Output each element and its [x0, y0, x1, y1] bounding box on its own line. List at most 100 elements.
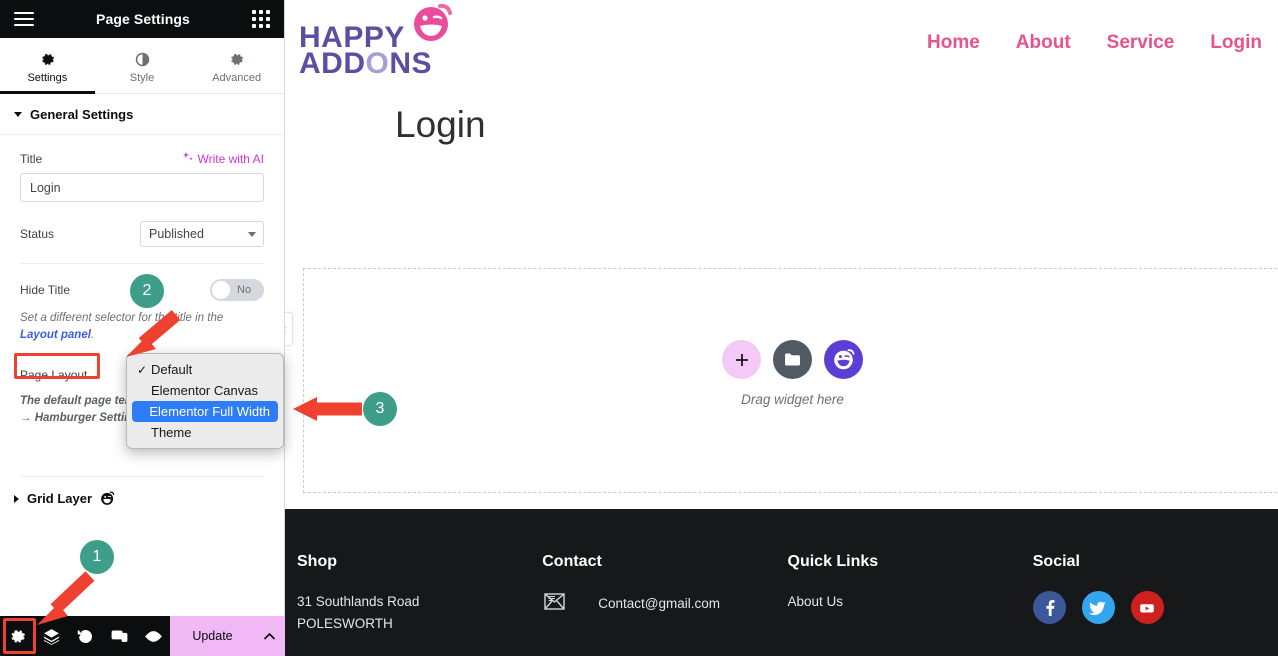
check-icon: ✓	[137, 362, 148, 377]
dropzone-label: Drag widget here	[741, 392, 844, 407]
write-with-ai-label: Write with AI	[197, 151, 264, 166]
footer-heading-social: Social	[1032, 553, 1080, 570]
happy-face-icon	[409, 3, 453, 48]
status-label: Status	[20, 227, 55, 241]
title-control-row: Title Write with AI	[20, 151, 264, 166]
app-root: HAPPY ADDONS Home About Service Login Lo…	[0, 0, 1278, 656]
footer-column-shop: Shop 31 Southlands Road POLESWORTH	[291, 553, 542, 656]
page-layout-label: Page Layout	[20, 367, 88, 382]
menu-option-elementor-full-width[interactable]: Elementor Full Width	[132, 401, 278, 422]
responsive-mode-button[interactable]	[102, 616, 136, 656]
sparkle-icon	[182, 151, 194, 166]
elementor-settings-panel: Page Settings Settings Style Advanced Ge…	[0, 0, 285, 656]
gear-icon	[40, 52, 55, 67]
panel-title: Page Settings	[96, 11, 190, 27]
hide-title-hint-period: .	[90, 329, 95, 342]
menu-option-elementor-canvas[interactable]: Elementor Canvas	[127, 380, 283, 401]
footer-address-line2: POLESWORTH	[297, 615, 393, 631]
hide-title-value: No	[237, 284, 252, 296]
logo-text-line2: ADDONS	[299, 47, 433, 81]
tab-label-style: Style	[129, 71, 155, 84]
footer-heading-shop: Shop	[297, 553, 337, 570]
menu-option-label: Elementor Full Width	[149, 404, 270, 419]
nav-link-home[interactable]: Home	[927, 32, 980, 54]
tab-label-advanced: Advanced	[212, 71, 262, 84]
panel-header: Page Settings	[0, 0, 284, 38]
section-general-settings[interactable]: General Settings	[0, 94, 284, 135]
apps-grid-icon[interactable]	[251, 10, 270, 28]
chevron-right-icon	[14, 494, 19, 503]
section-grid-layer[interactable]: Grid Layer	[0, 477, 284, 518]
happy-face-icon	[100, 491, 115, 506]
footer-email[interactable]: Contact@gmail.com	[598, 593, 720, 615]
tab-advanced[interactable]: Advanced	[189, 38, 284, 93]
footer-column-quicklinks: Quick Links About Us	[788, 553, 1033, 656]
contrast-icon	[135, 52, 150, 67]
tab-style[interactable]: Style	[95, 38, 190, 93]
happy-addons-button[interactable]	[824, 340, 863, 379]
menu-option-default[interactable]: ✓ Default	[127, 359, 283, 380]
status-control-row: Status Published	[20, 221, 264, 247]
site-footer: Shop 31 Southlands Road POLESWORTH Conta…	[285, 509, 1278, 656]
menu-option-label: Default	[151, 362, 193, 377]
chevron-down-icon	[248, 232, 256, 237]
widget-dropzone[interactable]: Drag widget here	[303, 268, 1278, 493]
annotation-badge-3: 3	[363, 392, 397, 426]
panel-bottom-bar: Update	[0, 616, 285, 656]
footer-heading-contact: Contact	[542, 553, 602, 570]
footer-heading-quicklinks: Quick Links	[787, 553, 879, 570]
chevron-up-icon	[264, 632, 276, 640]
update-button[interactable]: Update	[170, 616, 255, 656]
add-template-button[interactable]	[773, 340, 812, 379]
update-options-button[interactable]	[254, 616, 285, 656]
panel-tabs: Settings Style Advanced	[0, 38, 284, 94]
history-button[interactable]	[68, 616, 102, 656]
toggle-knob	[212, 281, 230, 299]
title-input[interactable]	[20, 173, 264, 202]
annotation-badge-2: 2	[130, 274, 164, 308]
envelope-icon	[542, 591, 567, 617]
happy-addons-icon	[833, 349, 854, 370]
plus-icon	[735, 353, 748, 366]
nav-link-about[interactable]: About	[1016, 32, 1071, 54]
footer-address-line1: 31 Southlands Road	[297, 594, 420, 609]
hide-title-toggle[interactable]: No	[210, 279, 264, 301]
layout-panel-link[interactable]: Layout panel	[20, 329, 91, 341]
settings-gear-button[interactable]	[0, 616, 34, 656]
divider	[20, 263, 264, 264]
annotation-badge-1: 1	[80, 540, 114, 574]
footer-link-about-us[interactable]: About Us	[788, 591, 1033, 613]
page-title: Login	[395, 104, 486, 145]
facebook-icon[interactable]	[1032, 591, 1066, 624]
status-select[interactable]: Published	[140, 221, 264, 247]
twitter-icon[interactable]	[1081, 591, 1115, 624]
tab-settings[interactable]: Settings	[0, 38, 95, 94]
menu-option-label: Elementor Canvas	[151, 383, 258, 398]
page-layout-dropdown-menu[interactable]: ✓ Default Elementor Canvas Elementor Ful…	[126, 353, 284, 449]
layers-button[interactable]	[34, 616, 68, 656]
elementor-preview-canvas: HAPPY ADDONS Home About Service Login Lo…	[285, 0, 1278, 656]
write-with-ai-button[interactable]: Write with AI	[182, 151, 264, 166]
title-label: Title	[20, 151, 43, 166]
folder-icon	[785, 353, 800, 366]
status-select-value: Published	[149, 227, 204, 241]
chevron-down-icon	[14, 112, 22, 117]
preview-button[interactable]	[136, 616, 170, 656]
hide-title-hint: Set a different selector for the title i…	[20, 310, 264, 345]
hide-title-hint-text: Set a different selector for the title i…	[20, 312, 224, 324]
nav-link-login[interactable]: Login	[1210, 32, 1262, 54]
hide-title-label: Hide Title	[20, 283, 71, 297]
gear-icon	[229, 52, 244, 67]
hamburger-icon[interactable]	[14, 12, 34, 26]
section-label-grid-layer: Grid Layer	[27, 491, 93, 507]
nav-link-service[interactable]: Service	[1107, 32, 1175, 54]
site-logo[interactable]: HAPPY ADDONS	[293, 4, 453, 81]
footer-column-social: Social	[1032, 553, 1278, 656]
footer-column-contact: Contact Contact@gmail.com	[542, 553, 787, 656]
menu-option-label: Theme	[151, 425, 192, 440]
add-element-button[interactable]	[722, 340, 761, 379]
youtube-icon[interactable]	[1130, 591, 1164, 624]
section-label-general-settings: General Settings	[30, 107, 134, 122]
site-nav: Home About Service Login	[927, 32, 1278, 54]
menu-option-theme[interactable]: Theme	[127, 422, 283, 443]
